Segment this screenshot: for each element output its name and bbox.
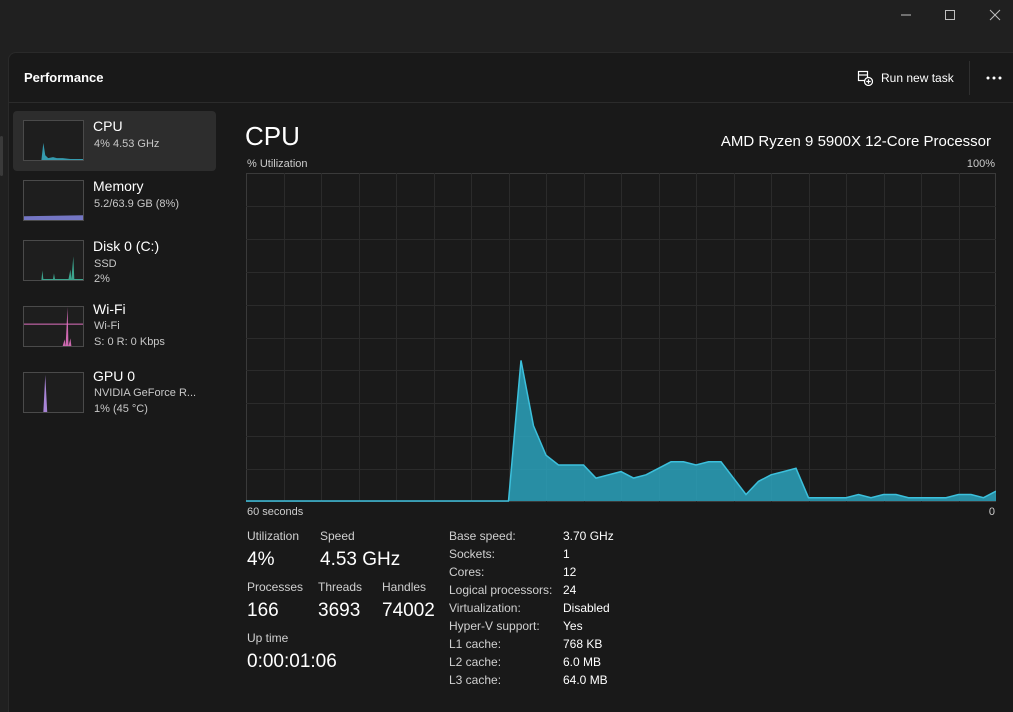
sidebar-item-subtitle-2: S: 0 R: 0 Kbps xyxy=(94,336,165,348)
threads-label: Threads xyxy=(318,580,363,594)
sidebar-item-subtitle: NVIDIA GeForce R... xyxy=(94,387,197,399)
gpu-thumbnail-graph xyxy=(23,372,84,413)
spec-value: 64.0 MB xyxy=(563,673,608,687)
speed-label: Speed xyxy=(320,529,355,543)
y-axis-max: 100% xyxy=(966,158,995,170)
page-header: Performance Run new task xyxy=(9,53,1013,103)
handles-value: 74002 xyxy=(382,600,435,621)
spec-value: Yes xyxy=(563,619,583,633)
spec-value: 768 KB xyxy=(563,637,603,651)
title-bar xyxy=(0,0,1013,52)
maximize-button[interactable] xyxy=(930,0,970,30)
x-axis-label: 60 seconds xyxy=(247,506,304,518)
run-task-icon xyxy=(857,70,873,86)
utilization-label: Utilization xyxy=(247,529,300,543)
processes-label: Processes xyxy=(247,580,304,594)
sidebar-item-memory[interactable]: Memory 5.2/63.9 GB (8%) xyxy=(13,171,216,231)
nav-rail xyxy=(0,52,8,712)
sidebar-item-subtitle-2: 1% (45 °C) xyxy=(94,403,148,415)
spec-value: 6.0 MB xyxy=(563,655,602,669)
ellipsis-icon xyxy=(986,76,1002,80)
performance-panel: Performance Run new task CPU 4% 4.53 GHz… xyxy=(8,52,1013,712)
y-axis-min: 0 xyxy=(988,506,995,518)
spec-key: Cores: xyxy=(449,565,485,579)
spec-key: L1 cache: xyxy=(449,637,502,651)
spec-value: Disabled xyxy=(563,601,610,615)
utilization-value: 4% xyxy=(247,549,275,570)
processes-value: 166 xyxy=(247,600,279,621)
spec-key: Base speed: xyxy=(449,529,516,543)
sidebar-item-gpu[interactable]: GPU 0 NVIDIA GeForce R... 1% (45 °C) xyxy=(13,363,216,423)
sidebar-item-subtitle: 4% 4.53 GHz xyxy=(94,138,160,150)
speed-value: 4.53 GHz xyxy=(320,549,401,570)
header-divider xyxy=(969,61,970,95)
run-new-task-button[interactable]: Run new task xyxy=(857,67,954,89)
spec-value: 3.70 GHz xyxy=(563,529,614,543)
nav-indicator xyxy=(0,136,3,176)
spec-key: Logical processors: xyxy=(449,583,553,597)
spec-key: Sockets: xyxy=(449,547,496,561)
y-axis-label: % Utilization xyxy=(247,158,308,170)
spec-key: Virtualization: xyxy=(449,601,521,615)
wifi-thumbnail-graph xyxy=(23,306,84,347)
close-button[interactable] xyxy=(975,0,1013,30)
memory-thumbnail-graph xyxy=(23,180,84,221)
more-options-button[interactable] xyxy=(979,67,1009,89)
run-new-task-label: Run new task xyxy=(881,71,954,85)
threads-value: 3693 xyxy=(318,600,361,621)
sidebar-item-subtitle-2: 2% xyxy=(94,273,110,285)
processor-model: AMD Ryzen 9 5900X 12-Core Processor xyxy=(720,133,991,150)
sidebar-item-subtitle: Wi-Fi xyxy=(94,320,120,332)
sidebar-item-subtitle: 5.2/63.9 GB (8%) xyxy=(94,198,179,210)
uptime-value: 0:00:01:06 xyxy=(247,651,337,672)
sidebar-item-title: Wi-Fi xyxy=(93,301,126,317)
spec-value: 12 xyxy=(563,565,577,579)
handles-label: Handles xyxy=(382,580,427,594)
spec-value: 1 xyxy=(563,547,570,561)
sidebar-item-subtitle: SSD xyxy=(94,258,117,270)
sidebar-item-wifi[interactable]: Wi-Fi Wi-Fi S: 0 R: 0 Kbps xyxy=(13,297,216,357)
minimize-button[interactable] xyxy=(886,0,926,30)
sidebar-item-disk[interactable]: Disk 0 (C:) SSD 2% xyxy=(13,231,216,291)
spec-value: 24 xyxy=(563,583,577,597)
spec-key: Hyper-V support: xyxy=(449,619,540,633)
sidebar-item-title: GPU 0 xyxy=(93,368,136,384)
detail-heading: CPU xyxy=(245,121,300,151)
cpu-thumbnail-graph xyxy=(23,120,84,161)
page-title: Performance xyxy=(24,70,104,85)
spec-key: L2 cache: xyxy=(449,655,502,669)
sidebar-item-title: Memory xyxy=(93,178,144,194)
sidebar-item-title: CPU xyxy=(93,118,123,134)
close-icon xyxy=(989,9,1001,21)
uptime-label: Up time xyxy=(247,631,289,645)
maximize-icon xyxy=(945,10,955,20)
spec-key: L3 cache: xyxy=(449,673,502,687)
sidebar-item-cpu[interactable]: CPU 4% 4.53 GHz xyxy=(13,111,216,171)
minimize-icon xyxy=(901,14,911,16)
cpu-utilization-chart xyxy=(246,173,996,502)
disk-thumbnail-graph xyxy=(23,240,84,281)
sidebar-item-title: Disk 0 (C:) xyxy=(93,238,160,254)
